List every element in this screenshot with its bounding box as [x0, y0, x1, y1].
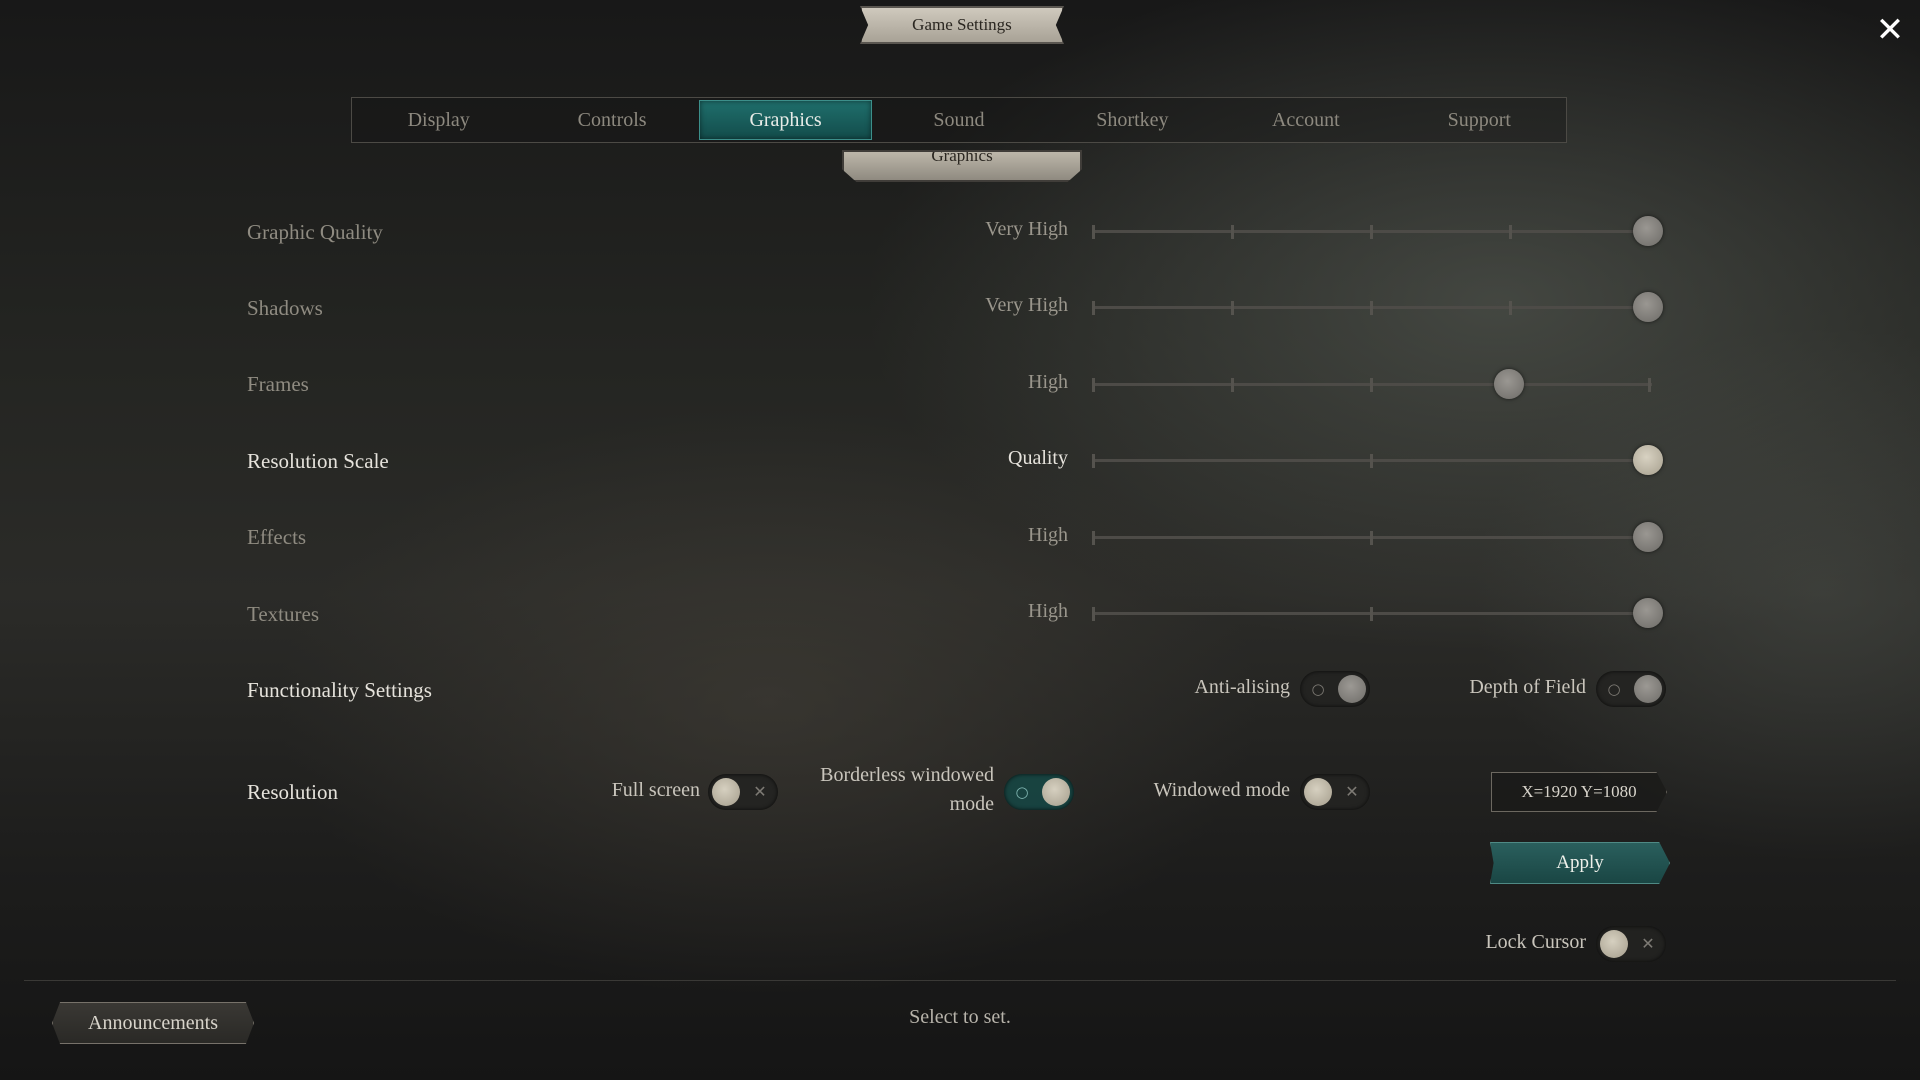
depth-of-field-label: Depth of Field: [1469, 676, 1586, 698]
window-title: Game Settings: [860, 6, 1064, 44]
setting-label-graphic-quality: Graphic Quality: [247, 220, 383, 244]
section-title: Graphics: [842, 150, 1082, 182]
borderless-label-line2: mode: [949, 793, 994, 815]
slider-frames[interactable]: [1092, 369, 1652, 399]
slider-graphic-quality[interactable]: [1092, 216, 1663, 246]
windowed-mode-toggle[interactable]: ✕: [1300, 774, 1370, 810]
anti-aliasing-label: Anti-alising: [1194, 676, 1290, 698]
functionality-label: Functionality Settings: [247, 678, 432, 702]
slider-tick: [1370, 301, 1373, 315]
slider-thumb[interactable]: [1633, 445, 1663, 475]
slider-textures[interactable]: [1092, 598, 1663, 628]
slider-shadows[interactable]: [1092, 292, 1663, 322]
toggle-knob: [712, 778, 740, 806]
toggle-knob: [1304, 778, 1332, 806]
setting-label-shadows: Shadows: [247, 296, 323, 320]
toggle-knob: [1600, 930, 1628, 958]
toggle-knob: [1338, 675, 1366, 703]
setting-label-resolution-scale: Resolution Scale: [247, 449, 389, 473]
setting-label-textures: Textures: [247, 602, 320, 626]
slider-tick: [1370, 607, 1373, 621]
setting-value-frames: High: [1028, 371, 1068, 393]
circle-icon: ○: [1607, 680, 1621, 698]
toggle-knob: [1042, 778, 1070, 806]
slider-tick: [1370, 454, 1373, 468]
tab-display[interactable]: Display: [352, 100, 525, 140]
circle-icon: ○: [1311, 680, 1325, 698]
setting-value-effects: High: [1028, 524, 1068, 546]
tab-account[interactable]: Account: [1219, 100, 1392, 140]
setting-value-shadows: Very High: [985, 294, 1068, 316]
setting-value-graphic-quality: Very High: [985, 218, 1068, 240]
slider-thumb[interactable]: [1633, 292, 1663, 322]
x-icon: ✕: [1345, 782, 1359, 801]
slider-tick: [1370, 531, 1373, 545]
slider-tick: [1509, 301, 1512, 315]
slider-thumb[interactable]: [1633, 522, 1663, 552]
slider-tick: [1231, 301, 1234, 315]
slider-tick: [1092, 378, 1095, 392]
x-icon: ✕: [1641, 934, 1655, 953]
resolution-label: Resolution: [247, 780, 339, 804]
footer-hint: Select to set.: [909, 1006, 1011, 1028]
windowed-mode-label: Windowed mode: [1153, 779, 1290, 801]
setting-value-resolution-scale: Quality: [1008, 447, 1068, 469]
slider-tick: [1231, 225, 1234, 239]
slider-tick: [1509, 225, 1512, 239]
slider-tick: [1092, 301, 1095, 315]
slider-thumb[interactable]: [1633, 216, 1663, 246]
borderless-windowed-toggle[interactable]: ○: [1004, 774, 1074, 810]
full-screen-label: Full screen: [611, 779, 700, 801]
slider-tick: [1370, 225, 1373, 239]
footer-divider: [24, 980, 1896, 981]
slider-tick: [1092, 454, 1095, 468]
announcements-button[interactable]: Announcements: [52, 1002, 254, 1044]
tab-bar: Display Controls Graphics Sound Shortkey…: [351, 97, 1567, 143]
lock-cursor-toggle[interactable]: ✕: [1596, 926, 1666, 962]
apply-button[interactable]: Apply: [1490, 842, 1670, 884]
lock-cursor-label: Lock Cursor: [1485, 931, 1586, 953]
tab-shortkey[interactable]: Shortkey: [1046, 100, 1219, 140]
slider-tick: [1092, 531, 1095, 545]
tab-support[interactable]: Support: [1393, 100, 1566, 140]
setting-label-frames: Frames: [247, 372, 309, 396]
tab-sound[interactable]: Sound: [872, 100, 1045, 140]
setting-value-textures: High: [1028, 600, 1068, 622]
depth-of-field-toggle[interactable]: ○: [1596, 671, 1666, 707]
slider-thumb[interactable]: [1494, 369, 1524, 399]
slider-tick: [1231, 378, 1234, 392]
slider-tick: [1648, 378, 1651, 392]
slider-thumb[interactable]: [1633, 598, 1663, 628]
slider-tick: [1092, 607, 1095, 621]
toggle-knob: [1634, 675, 1662, 703]
resolution-select[interactable]: X=1920 Y=1080: [1491, 772, 1667, 812]
slider-tick: [1370, 378, 1373, 392]
circle-icon: ○: [1015, 783, 1029, 801]
slider-tick: [1092, 225, 1095, 239]
tab-controls[interactable]: Controls: [525, 100, 698, 140]
setting-label-effects: Effects: [247, 525, 307, 549]
slider-effects[interactable]: [1092, 522, 1663, 552]
slider-resolution-scale[interactable]: [1092, 445, 1663, 475]
borderless-label-line1: Borderless windowed: [820, 764, 994, 786]
anti-aliasing-toggle[interactable]: ○: [1300, 671, 1370, 707]
close-icon[interactable]: ✕: [1872, 12, 1908, 48]
tab-graphics[interactable]: Graphics: [698, 100, 873, 140]
